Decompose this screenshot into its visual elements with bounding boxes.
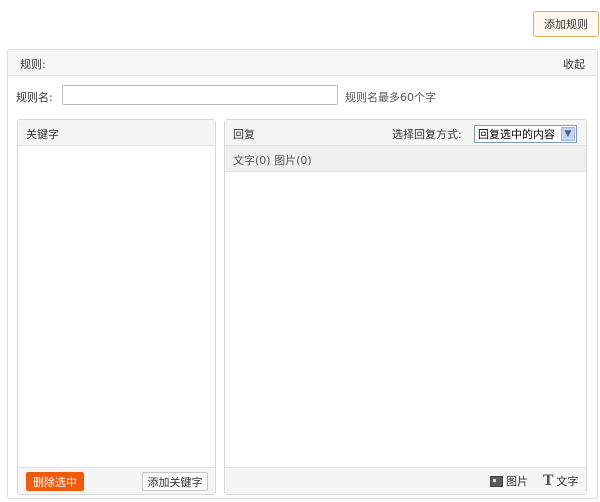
keyword-panel-header: 关键字 [18,120,215,146]
image-icon [490,475,503,487]
chevron-down-icon[interactable]: ▼ [561,127,575,141]
keyword-header-label: 关键字 [26,128,59,141]
text-icon: T [543,473,554,489]
add-keyword-button[interactable]: 添加关键字 [142,472,208,491]
reply-panel: 回复 选择回复方式: 回复选中的内容 ▼ 文字(0) 图片(0) 图片 T 文字 [224,119,587,495]
reply-counts-bar: 文字(0) 图片(0) [225,146,586,172]
reply-panel-footer: 图片 T 文字 [225,467,586,494]
reply-header-label: 回复 [233,128,255,141]
reply-panel-header: 回复 选择回复方式: 回复选中的内容 ▼ [225,120,586,146]
reply-counts: 文字(0) 图片(0) [233,154,312,167]
rule-name-hint: 规则名最多60个字 [345,91,436,104]
rule-panel: 规则: 收起 规则名: 规则名最多60个字 关键字 删除选中 添加关键字 回复 … [7,49,598,499]
add-text-button[interactable]: T 文字 [543,473,578,489]
keyword-panel: 关键字 删除选中 添加关键字 [17,119,216,495]
reply-mode-value: 回复选中的内容 [478,128,555,141]
rule-title: 规则: [20,58,46,71]
delete-selected-button[interactable]: 删除选中 [26,472,84,491]
image-label: 图片 [506,475,528,488]
add-image-button[interactable]: 图片 [490,473,528,489]
text-label: 文字 [556,475,579,488]
add-rule-button[interactable]: 添加规则 [533,11,599,37]
reply-content-area [225,172,586,467]
rule-header: 规则: 收起 [8,50,597,76]
collapse-link[interactable]: 收起 [563,56,585,72]
rule-name-label: 规则名: [16,91,53,104]
keyword-list [18,146,215,467]
rule-name-input[interactable] [62,85,338,105]
keyword-panel-footer: 删除选中 添加关键字 [18,467,215,494]
reply-mode-select[interactable]: 回复选中的内容 ▼ [474,125,577,143]
reply-mode-label: 选择回复方式: [392,128,462,141]
